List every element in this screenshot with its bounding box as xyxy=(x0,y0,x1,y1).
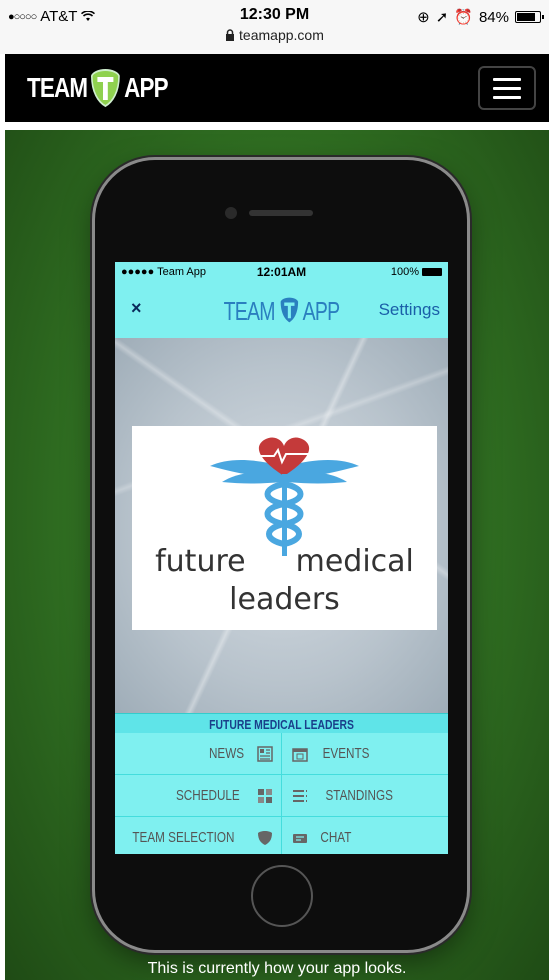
calendar-icon xyxy=(291,747,308,762)
menu-label: STANDINGS xyxy=(325,787,393,804)
app-status-bar: ●●●●● Team App 12:01AM 100% xyxy=(115,262,448,282)
menu-bar xyxy=(493,95,521,99)
divider xyxy=(0,122,549,130)
url-bar[interactable]: teamapp.com xyxy=(0,27,549,43)
menu-item-chat[interactable]: CHAT xyxy=(282,817,449,854)
menu-item-events[interactable]: EVENTS xyxy=(281,733,448,775)
app-menu-grid: NEWS EVENTS SCHEDULE STANDINGS TEAM SELE… xyxy=(115,733,448,854)
brand-left: TEAM xyxy=(27,72,88,103)
menu-item-news[interactable]: NEWS xyxy=(115,733,282,775)
app-nav-bar: × TEAM APP Settings xyxy=(115,282,448,338)
preview-caption: This is currently how your app looks. xyxy=(147,960,407,977)
menu-bar xyxy=(493,77,521,81)
hamburger-menu-button[interactable] xyxy=(478,66,536,110)
menu-item-standings[interactable]: STANDINGS xyxy=(281,775,448,817)
caduceus-heart-icon xyxy=(210,437,359,556)
shield-logo-icon xyxy=(280,297,298,323)
battery-fill xyxy=(517,13,535,21)
app-battery-percent: 100% xyxy=(390,266,419,278)
chat-icon xyxy=(292,833,307,843)
club-logo: future medical leaders xyxy=(132,426,437,630)
phone-mockup: ●●●●● Team App 12:01AM 100% × TEAM APP S… xyxy=(95,160,467,950)
logo-text-line2: leaders xyxy=(229,582,340,617)
preview-stage: ●●●●● Team App 12:01AM 100% × TEAM APP S… xyxy=(5,130,549,980)
news-icon xyxy=(256,745,273,762)
camera-icon xyxy=(225,207,237,219)
screen-lock-icon: ⊕ xyxy=(417,9,430,26)
alarm-icon: ⏰ xyxy=(454,9,473,26)
lock-icon xyxy=(226,29,235,41)
status-right: ⊕ ➚ ⏰ 84% xyxy=(417,8,544,26)
menu-bar xyxy=(493,86,521,90)
url-text: teamapp.com xyxy=(239,27,324,43)
shield-icon xyxy=(257,830,272,845)
schedule-icon xyxy=(257,788,272,803)
location-icon: ➚ xyxy=(435,9,449,26)
club-banner: future medical leaders xyxy=(115,338,448,713)
home-button xyxy=(251,865,313,927)
battery-icon xyxy=(422,268,442,276)
site-header: TEAM APP xyxy=(5,54,549,122)
status-bar: ●○○○○ AT&T 12:30 PM teamapp.com ⊕ ➚ ⏰ 84… xyxy=(0,0,549,54)
brand-right: APP xyxy=(124,72,168,103)
menu-item-schedule[interactable]: SCHEDULE xyxy=(115,775,282,817)
menu-label: CHAT xyxy=(319,829,351,846)
speaker-grille xyxy=(249,210,313,216)
menu-label: NEWS xyxy=(208,745,244,762)
app-brand-right: APP xyxy=(302,296,341,326)
app-brand-left: TEAM xyxy=(223,296,276,326)
menu-label: EVENTS xyxy=(322,745,369,762)
menu-label: TEAM SELECTION xyxy=(132,829,235,846)
team-app-logo[interactable]: TEAM APP xyxy=(27,68,169,108)
close-icon[interactable]: × xyxy=(131,298,142,319)
app-screen: ●●●●● Team App 12:01AM 100% × TEAM APP S… xyxy=(115,262,448,854)
logo-text-line1: future medical xyxy=(132,544,437,579)
list-icon xyxy=(292,789,307,802)
club-title: FUTURE MEDICAL LEADERS xyxy=(115,713,448,733)
battery-percent: 84% xyxy=(478,8,509,26)
app-brand-logo: TEAM APP xyxy=(157,296,407,327)
menu-label: SCHEDULE xyxy=(175,787,240,804)
logo-word-medical: medical xyxy=(295,544,414,579)
logo-word-future: future xyxy=(155,544,246,579)
battery-icon xyxy=(515,11,544,23)
app-battery: 100% xyxy=(391,266,442,278)
settings-link[interactable]: Settings xyxy=(379,300,440,320)
shield-logo-icon xyxy=(91,68,121,108)
club-title-text: FUTURE MEDICAL LEADERS xyxy=(209,717,354,732)
menu-item-team-selection[interactable]: TEAM SELECTION xyxy=(115,817,282,854)
